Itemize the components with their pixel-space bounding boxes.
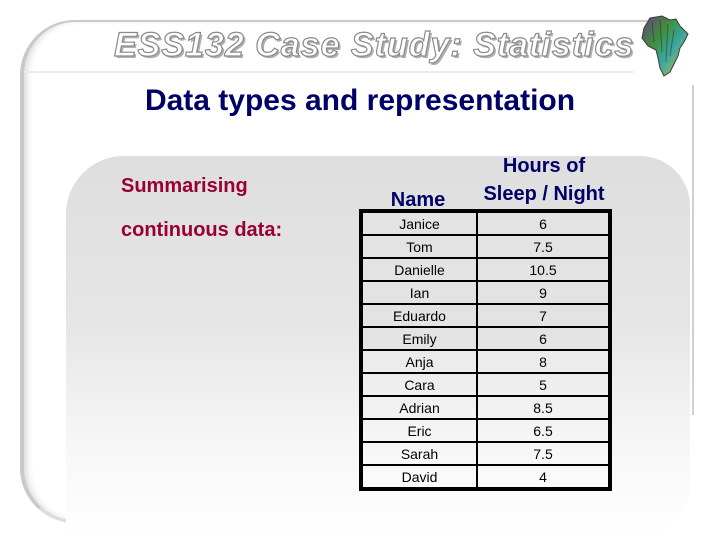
table-row: Eric 6.5 <box>360 418 611 443</box>
table-row: Emily 6 <box>360 326 611 351</box>
frame-right-edge <box>692 85 694 415</box>
course-title: ESS132 Case Study: Statistics <box>113 25 635 64</box>
cell-name: Eric <box>360 418 478 443</box>
table-row: Sarah 7.5 <box>360 441 611 466</box>
sleep-table: Janice 6 Tom 7.5 Danielle 10.5 Ian 9 Eduardo 7 Emi… <box>359 209 612 491</box>
subtitle-line-2: continuous data: <box>121 219 283 241</box>
column-header-hours-line2: Sleep / Night <box>483 183 605 205</box>
column-header-hours: Hours of Sleep / Night <box>478 152 610 208</box>
table-row: Cara 5 <box>360 372 611 397</box>
cell-name: Sarah <box>360 441 478 466</box>
table-row: Tom 7.5 <box>360 234 611 259</box>
table-row: Adrian 8.5 <box>360 395 611 420</box>
cell-hours: 9 <box>476 280 611 305</box>
cell-name: Danielle <box>360 257 478 282</box>
slide-title: Data types and representation <box>144 84 576 117</box>
subtitle-line-1: Summarising <box>121 175 248 197</box>
cell-hours: 7.5 <box>476 234 611 259</box>
cell-name: Ian <box>360 280 478 305</box>
cell-hours: 6 <box>476 326 611 351</box>
africa-map-icon <box>641 15 689 77</box>
cell-hours: 4 <box>476 464 611 490</box>
table-row: Anja 8 <box>360 349 611 374</box>
cell-name: David <box>360 464 478 490</box>
cell-name: Eduardo <box>360 303 478 328</box>
cell-hours: 8 <box>476 349 611 374</box>
cell-hours: 5 <box>476 372 611 397</box>
cell-name: Janice <box>360 210 478 236</box>
cell-hours: 7 <box>476 303 611 328</box>
cell-name: Tom <box>360 234 478 259</box>
cell-name: Emily <box>360 326 478 351</box>
cell-hours: 7.5 <box>476 441 611 466</box>
header-divider <box>24 71 634 73</box>
cell-hours: 6.5 <box>476 418 611 443</box>
cell-name: Anja <box>360 349 478 374</box>
table-row: Danielle 10.5 <box>360 257 611 282</box>
cell-name: Adrian <box>360 395 478 420</box>
table-row: Ian 9 <box>360 280 611 305</box>
cell-hours: 8.5 <box>476 395 611 420</box>
table-row: Janice 6 <box>360 210 611 236</box>
cell-hours: 6 <box>476 210 611 236</box>
column-header-hours-line1: Hours of <box>502 155 586 177</box>
cell-name: Cara <box>360 372 478 397</box>
cell-hours: 10.5 <box>476 257 611 282</box>
table-row: David 4 <box>360 464 611 490</box>
table-row: Eduardo 7 <box>360 303 611 328</box>
